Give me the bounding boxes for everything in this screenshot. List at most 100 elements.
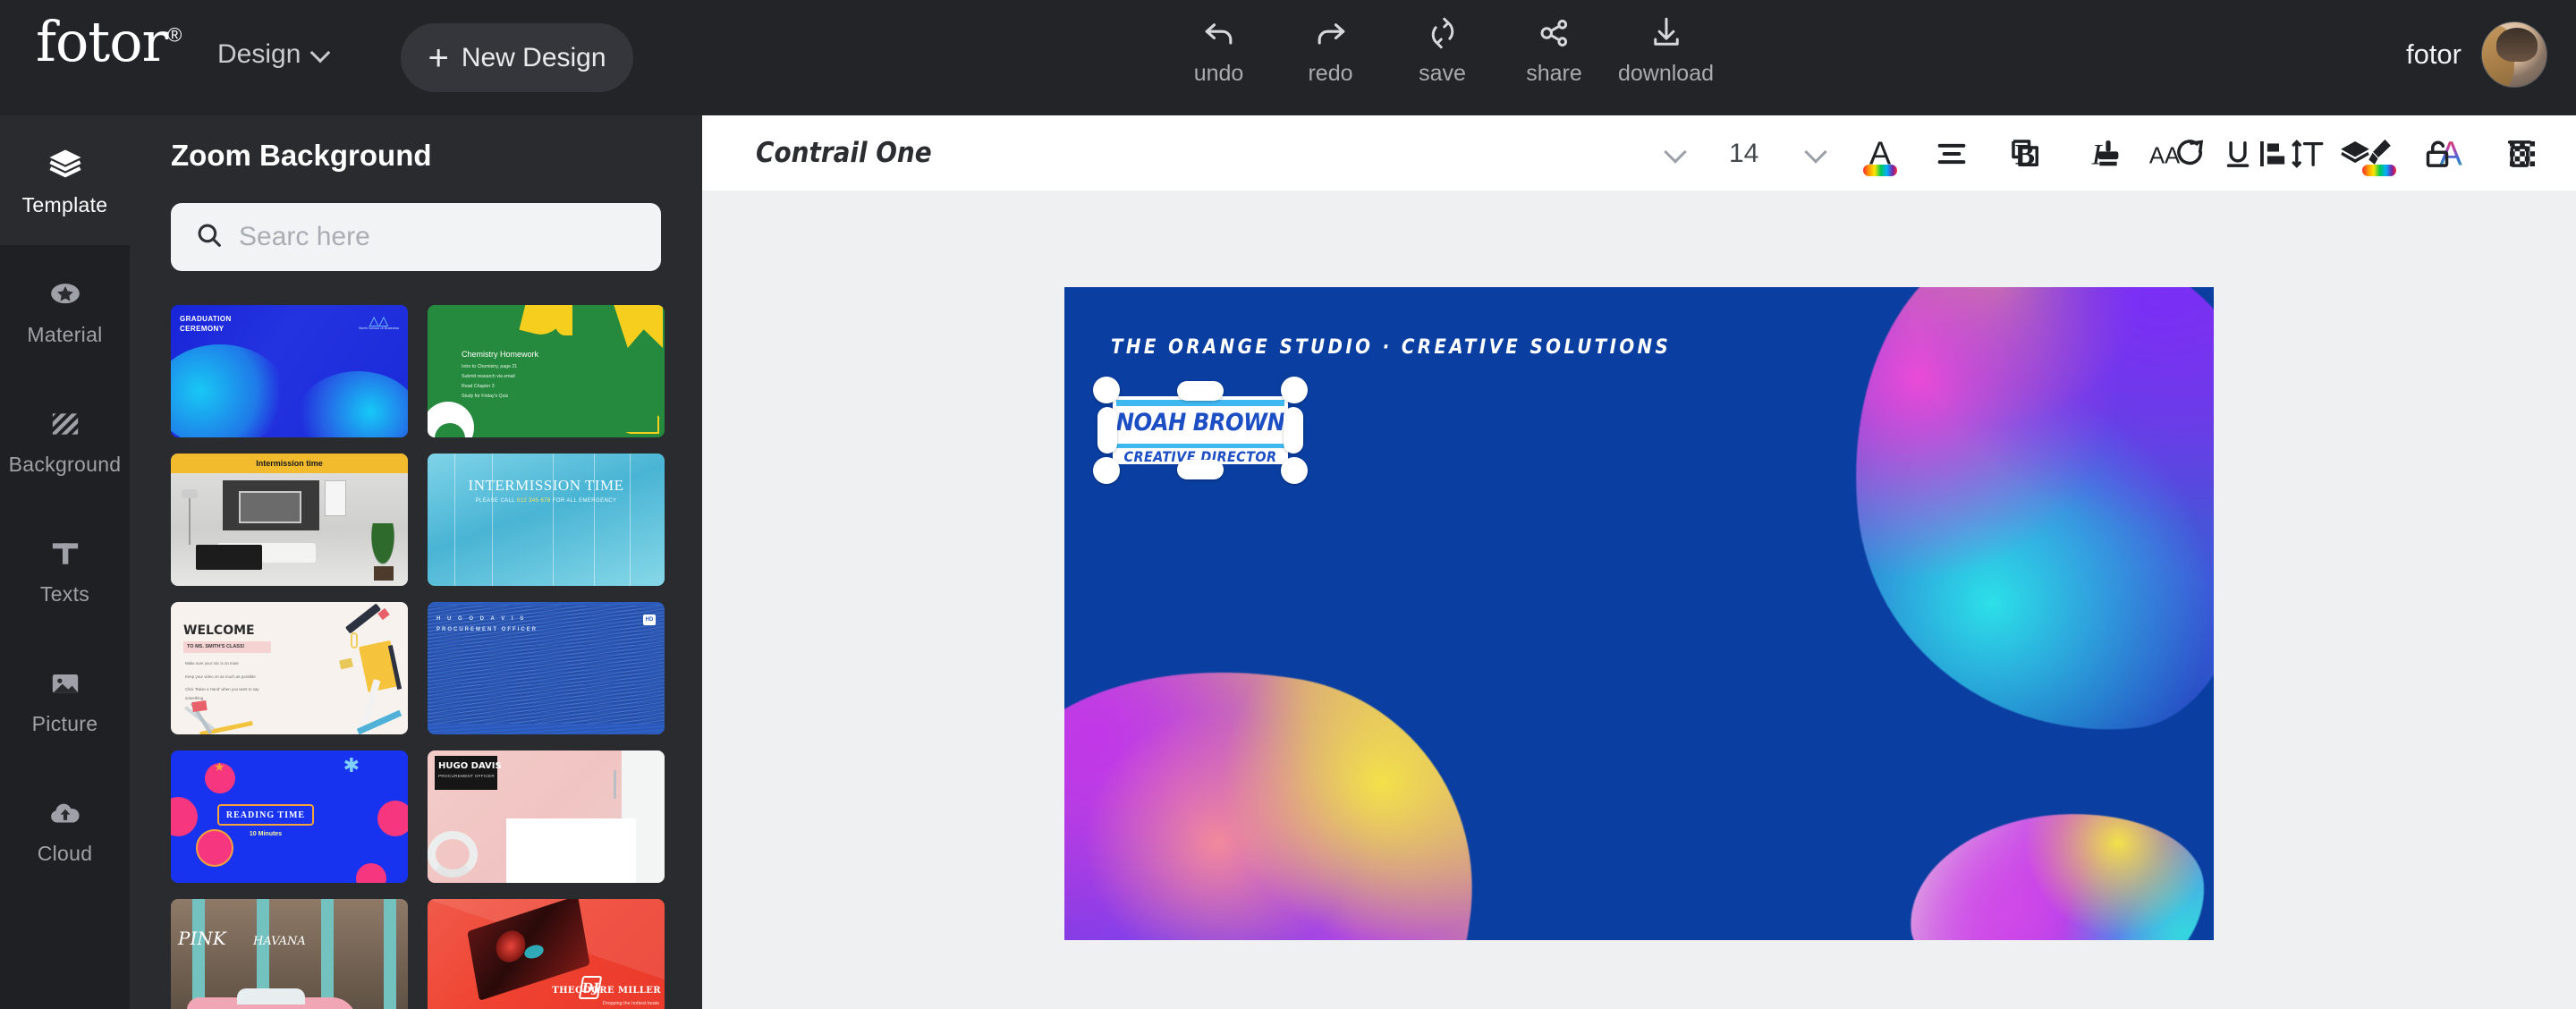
template-subtitle: 10 Minutes [249,831,283,837]
search-input[interactable]: Searc here [171,203,661,271]
template-brand: △△ North School of Business [359,313,399,330]
design-menu[interactable]: Design [217,39,329,70]
resize-handle-top-right[interactable] [1281,377,1308,403]
sidebar-item-label: Cloud [37,841,93,865]
rotate-button[interactable] [2166,130,2215,178]
sidebar-rail: Template Material Background Texts Pictu… [0,115,130,1009]
font-size-select[interactable]: 14 [1729,139,1758,169]
template-subtitle: HAVANA [253,935,306,948]
chevron-down-icon [311,46,329,64]
undo-icon [1199,11,1239,55]
share-label: share [1526,61,1582,86]
template-list: Make sure your mic is on mute Keep your … [185,661,259,701]
selection-box [1093,377,1308,484]
user-account[interactable]: fotor [2406,21,2547,88]
download-button[interactable]: download [1610,11,1722,87]
template-card[interactable]: INTERMISSION TIME PLEASE CALL 012 345 67… [428,454,665,586]
sidebar-item-material[interactable]: Material [0,245,130,375]
resize-handle-bottom-right[interactable] [1281,457,1308,484]
template-subtitle: PROCUREMENT OFFICER [436,627,538,632]
new-design-label: New Design [461,42,606,72]
layers-icon [47,144,84,185]
new-design-button[interactable]: + New Design [401,23,633,92]
format-painter-button[interactable] [2084,130,2132,178]
sidebar-item-template[interactable]: Template [0,115,130,245]
resize-handle-bottom-center[interactable] [1177,460,1224,479]
resize-handle-bottom-left[interactable] [1093,457,1120,484]
template-subtitle: PLEASE CALL 012 345 678 FOR ALL EMERGENC… [475,498,617,504]
resize-handle-top-left[interactable] [1093,377,1120,403]
chevron-down-icon[interactable] [1804,142,1827,165]
template-card[interactable]: WELCOME TO MS. SMITH'S CLASS! Make sure … [171,602,408,734]
chevron-down-icon[interactable] [1664,142,1687,165]
template-card[interactable]: H U G O D A V I S PROCUREMENT OFFICER HD [428,602,665,734]
template-title: PINK [178,928,226,949]
design-canvas[interactable]: THE ORANGE STUDIO · CREATIVE SOLUTIONS N… [1064,287,2214,940]
sidebar-item-background[interactable]: Background [0,375,130,504]
sidebar-item-label: Template [21,192,108,216]
template-card[interactable]: ★ ✱ READING TIME 10 Minutes [171,750,408,883]
align-button[interactable] [1928,130,1976,178]
share-icon [1536,11,1573,55]
template-title: THEODORE MILLER [552,986,661,996]
template-card[interactable]: Intermission time [171,454,408,586]
align-objects-button[interactable] [2249,130,2297,178]
template-badge: HD [643,615,656,625]
text-color-button[interactable]: A [1856,130,1904,178]
template-subtitle: PROCUREMENT OFFICER [438,774,496,778]
redo-button[interactable]: redo [1275,11,1386,87]
header-actions: undo redo save share download [1163,11,1722,87]
sidebar-item-label: Texts [39,581,90,606]
redo-label: redo [1308,61,1353,86]
layers-button[interactable] [2331,130,2379,178]
download-label: download [1617,61,1715,86]
editor-stage[interactable]: THE ORANGE STUDIO · CREATIVE SOLUTIONS N… [702,191,2576,1009]
canvas-tagline[interactable]: THE ORANGE STUDIO · CREATIVE SOLUTIONS [1111,336,1671,359]
template-title: HUGO DAVIS [438,761,502,771]
sidebar-item-texts[interactable]: Texts [0,504,130,634]
star-badge-icon [47,274,83,315]
text-toolbar: Contrail One 14 A B I AA A [702,115,2576,191]
resize-handle-top-center[interactable] [1177,381,1224,401]
template-title: H U G O D A V I S [436,616,527,622]
share-button[interactable]: share [1498,11,1610,87]
undo-button[interactable]: undo [1163,11,1275,87]
avatar[interactable] [2481,21,2547,88]
template-title: INTERMISSION TIME [468,477,624,494]
download-icon [1648,11,1685,55]
stage-scrollbar[interactable] [2567,191,2576,1009]
template-card[interactable]: PINK HAVANA [171,899,408,1009]
sidebar-item-picture[interactable]: Picture [0,634,130,764]
template-card[interactable]: GRADUATION CEREMONY △△ North School of Bus… [171,305,408,437]
template-title: Chemistry Homework [462,350,539,359]
delete-button[interactable] [2496,130,2544,178]
template-title: GRADUATION CEREMONY [180,315,232,333]
panel-title: Zoom Background [171,139,432,172]
color-swatch [1863,165,1897,176]
gradient-blob-top-right [1830,287,2214,755]
user-name: fotor [2405,38,2462,70]
save-sync-icon [1424,11,1462,55]
resize-handle-left-center[interactable] [1097,407,1117,454]
registered-mark-icon: ® [167,23,182,47]
template-card[interactable]: DJ THEODORE MILLER Dropping the hottest … [428,899,665,1009]
object-toolbar [2002,130,2544,178]
gradient-blob-bottom-left [1064,640,1500,940]
template-title: Intermission time [171,454,408,473]
template-subtitle: TO MS. SMITH'S CLASS! [183,641,271,653]
font-family-select[interactable]: Contrail One [756,137,932,169]
template-panel: Zoom Background Searc here GRADUATION CER… [130,115,702,1009]
image-icon [47,663,83,704]
sidebar-item-cloud[interactable]: Cloud [0,764,130,894]
save-button[interactable]: save [1386,11,1498,87]
template-card[interactable]: HUGO DAVIS PROCUREMENT OFFICER [428,750,665,883]
template-card[interactable]: Chemistry Homework Intro to Chemistry, p… [428,305,665,437]
duplicate-button[interactable] [2002,130,2050,178]
template-list: Intro to Chemistry, page 21 Submit resea… [462,364,518,399]
resize-handle-right-center[interactable] [1284,407,1303,454]
lock-button[interactable] [2413,130,2462,178]
fotor-logo[interactable]: fotor® [36,14,182,70]
text-t-icon [47,533,83,574]
plus-icon: + [428,38,449,78]
cloud-upload-icon [47,793,84,834]
